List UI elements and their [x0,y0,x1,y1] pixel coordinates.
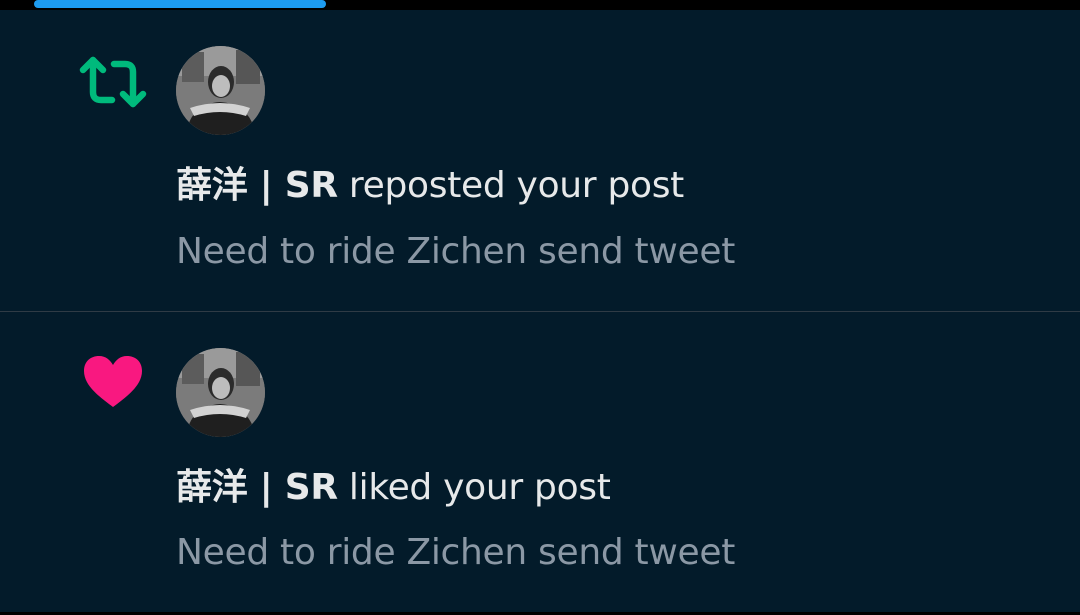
notifications-page: 薛洋 | SR reposted your post Need to ride … [0,0,1080,615]
notification-item-like[interactable]: 薛洋 | SR liked your post Need to ride Zic… [0,312,1080,612]
active-tab-indicator [34,0,326,8]
tab-bar [0,0,1080,10]
avatar[interactable] [176,348,265,437]
notification-item-repost[interactable]: 薛洋 | SR reposted your post Need to ride … [0,10,1080,312]
post-snippet[interactable]: Need to ride Zichen send tweet [176,230,735,274]
heart-icon [78,352,148,412]
user-name-link[interactable]: 薛洋 | SR [176,467,338,508]
action-text: reposted your post [337,165,684,206]
notification-headline: 薛洋 | SR liked your post [176,466,611,510]
action-text: liked your post [337,467,611,508]
notification-headline: 薛洋 | SR reposted your post [176,164,684,208]
user-name-link[interactable]: 薛洋 | SR [176,165,338,206]
avatar[interactable] [176,46,265,135]
repost-icon [78,52,148,112]
post-snippet[interactable]: Need to ride Zichen send tweet [176,531,735,575]
